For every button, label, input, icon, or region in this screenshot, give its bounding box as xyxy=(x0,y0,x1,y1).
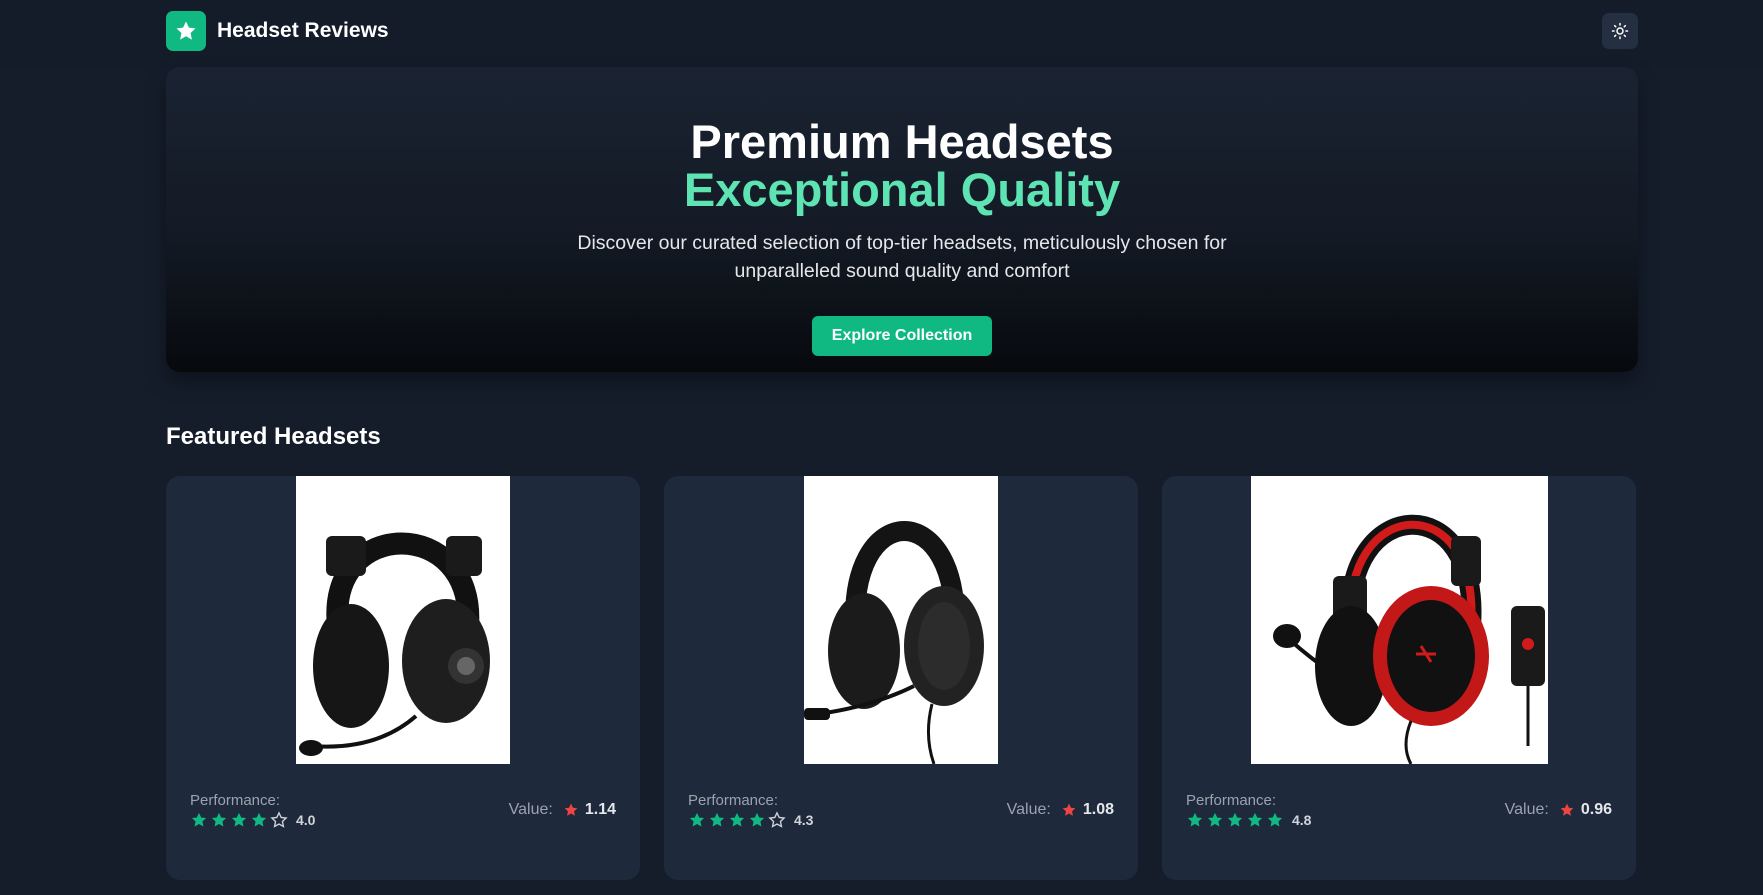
value-score: 1.08 xyxy=(1082,801,1114,818)
product-image[interactable] xyxy=(296,476,510,764)
performance-label: Performance: xyxy=(1186,792,1277,809)
star-filled-icon xyxy=(1247,812,1263,827)
product-card[interactable]: Performance: 4.0 Value: 1.14 xyxy=(166,476,640,880)
star-filled-icon xyxy=(231,812,247,827)
star-outline-icon xyxy=(768,811,786,828)
product-card[interactable]: Performance: 4.3 Value: 1.08 xyxy=(664,476,1138,880)
product-image[interactable] xyxy=(1251,476,1548,764)
top-navbar: Headset Reviews xyxy=(0,0,1763,66)
value-label: Value: xyxy=(1504,801,1549,818)
theme-toggle-button[interactable] xyxy=(1602,13,1638,49)
performance-score: 4.3 xyxy=(794,812,814,828)
star-filled-icon xyxy=(709,812,725,827)
value-star-icon xyxy=(1062,803,1076,816)
star-filled-icon xyxy=(1267,812,1283,827)
logo[interactable] xyxy=(166,11,206,51)
product-card[interactable]: Performance: 4.8 Value: 0.96 xyxy=(1162,476,1636,880)
brand-name[interactable]: Headset Reviews xyxy=(217,19,389,43)
star-filled-icon xyxy=(729,812,745,827)
value-star-icon xyxy=(1560,803,1574,816)
star-filled-icon xyxy=(251,812,267,827)
star-filled-icon xyxy=(191,812,207,827)
hero-title: Premium Headsets xyxy=(690,115,1114,168)
star-filled-icon xyxy=(1207,812,1223,827)
value-star-icon xyxy=(564,803,578,816)
product-image[interactable] xyxy=(804,476,998,764)
value-rating: Value: 1.08 xyxy=(1007,801,1114,819)
sun-icon xyxy=(1611,22,1629,40)
hero-description: Discover our curated selection of top-ti… xyxy=(577,232,1227,282)
star-filled-icon xyxy=(1227,812,1243,827)
explore-collection-button[interactable]: Explore Collection xyxy=(812,316,992,356)
performance-stars: 4.0 xyxy=(190,811,315,829)
star-filled-icon xyxy=(749,812,765,827)
performance-stars: 4.8 xyxy=(1186,811,1311,829)
value-score: 1.14 xyxy=(584,801,616,818)
headset-photo xyxy=(804,521,984,764)
value-rating: Value: 0.96 xyxy=(1505,801,1612,819)
performance-label: Performance: xyxy=(688,792,779,809)
headset-photo xyxy=(299,532,490,756)
performance-label: Performance: xyxy=(190,792,281,809)
star-icon xyxy=(176,21,196,40)
value-label: Value: xyxy=(508,801,553,818)
value-rating: Value: 1.14 xyxy=(509,801,616,819)
hero-banner: Premium Headsets Exceptional Quality Dis… xyxy=(166,67,1638,372)
featured-section-title: Featured Headsets xyxy=(166,423,381,450)
value-score: 0.96 xyxy=(1580,801,1612,818)
star-outline-icon xyxy=(270,811,288,828)
performance-stars: 4.3 xyxy=(688,811,813,829)
headset-photo xyxy=(1273,514,1545,764)
performance-score: 4.8 xyxy=(1292,812,1312,828)
star-filled-icon xyxy=(689,812,705,827)
star-filled-icon xyxy=(211,812,227,827)
value-label: Value: xyxy=(1006,801,1051,818)
star-filled-icon xyxy=(1187,812,1203,827)
performance-score: 4.0 xyxy=(296,812,316,828)
hero-accent-title: Exceptional Quality xyxy=(683,163,1121,216)
